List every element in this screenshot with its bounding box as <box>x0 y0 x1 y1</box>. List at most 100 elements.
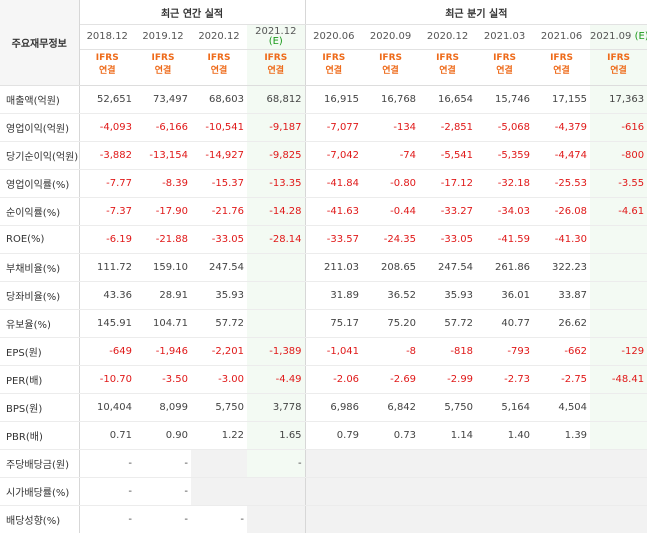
table-cell: - <box>135 449 191 478</box>
table-cell: -0.44 <box>362 197 420 226</box>
table-cell <box>419 449 477 478</box>
table-cell: 26.62 <box>533 309 591 338</box>
ifrs-label: IFRS <box>151 53 175 63</box>
row-label: PBR(배) <box>0 421 80 450</box>
table-cell <box>590 421 647 450</box>
table-cell: -129 <box>590 337 647 366</box>
table-row: 주당배당금(원) - - - <box>0 449 647 478</box>
table-cell <box>362 505 420 533</box>
table-cell: - <box>184 514 188 525</box>
table-cell <box>362 477 420 506</box>
table-cell: -41.30 <box>533 225 591 254</box>
period-header: 2020.12 <box>191 24 247 50</box>
table-cell <box>590 253 647 282</box>
table-cell: -21.88 <box>135 225 191 254</box>
table-cell: - <box>79 477 135 506</box>
table-cell <box>590 281 647 310</box>
ifrs-label: IFRS <box>207 53 231 63</box>
table-cell: -134 <box>362 113 420 142</box>
table-row: BPS(원) 10,404 8,099 5,750 3,778 6,986 6,842 5,7… <box>0 393 647 422</box>
table-cell: -24.35 <box>362 225 420 254</box>
table-cell: -800 <box>590 141 647 170</box>
table-row: ROE(%) -6.19 -21.88 -33.05 -28.14 -33.57 -24.3… <box>0 225 647 254</box>
table-cell: -3.55 <box>590 169 647 198</box>
table-cell: -41.63 <box>305 197 363 226</box>
table-cell <box>247 477 306 506</box>
table-cell: 57.72 <box>419 309 477 338</box>
table-cell: 68,603 <box>191 85 247 114</box>
table-cell: -25.53 <box>533 169 591 198</box>
corner-header: 주요재무정보 <box>0 0 80 86</box>
period-header: 2020.09 <box>362 24 420 50</box>
ifrs-consolidated-label: IFRS 연결 <box>191 49 247 86</box>
table-cell <box>590 449 647 478</box>
table-cell: -7,042 <box>305 141 363 170</box>
table-cell <box>590 309 647 338</box>
table-cell: -17.12 <box>419 169 477 198</box>
table-cell: 0.79 <box>305 421 363 450</box>
period-header: 2020.06 <box>305 24 363 50</box>
table-cell: -2.06 <box>305 365 363 394</box>
table-cell <box>247 253 306 282</box>
table-cell: 111.72 <box>79 253 135 282</box>
consolidated-label: 연결 <box>610 66 627 76</box>
table-cell: 36.01 <box>476 281 534 310</box>
table-cell: 4,504 <box>533 393 591 422</box>
consolidated-label: 연결 <box>98 66 116 76</box>
table-cell: -10.70 <box>79 365 135 394</box>
table-cell: -14,927 <box>191 141 247 170</box>
ifrs-consolidated-label: IFRS 연결 <box>533 49 591 86</box>
table-cell: 322.23 <box>533 253 591 282</box>
table-cell <box>476 449 534 478</box>
table-cell: 15,746 <box>476 85 534 114</box>
table-cell: 1.39 <box>533 421 591 450</box>
ifrs-consolidated-label: IFRS 연결 <box>476 49 534 86</box>
table-cell <box>590 225 647 254</box>
table-cell: -649 <box>79 337 135 366</box>
ifrs-label: IFRS <box>379 53 402 63</box>
table-cell: -32.18 <box>476 169 534 198</box>
table-cell: -2.99 <box>419 365 477 394</box>
table-cell: -33.05 <box>419 225 477 254</box>
ifrs-label: IFRS <box>322 53 346 63</box>
table-cell <box>533 449 591 478</box>
table-cell: 8,099 <box>135 393 191 422</box>
table-cell: 28.91 <box>135 281 191 310</box>
table-cell: -4.49 <box>247 365 306 394</box>
table-cell: -793 <box>476 337 534 366</box>
table-cell <box>590 477 647 506</box>
table-cell: 0.71 <box>79 421 135 450</box>
table-cell: 208.65 <box>362 253 420 282</box>
table-cell: -41.59 <box>476 225 534 254</box>
table-cell: -2.73 <box>476 365 534 394</box>
table-cell <box>533 505 591 533</box>
table-cell: -7,077 <box>305 113 363 142</box>
table-cell: 1.40 <box>476 421 534 450</box>
table-row: PER(배) -10.70 -3.50 -3.00 -4.49 -2.06 -2.69 -2.… <box>0 365 647 394</box>
table-cell: 75.20 <box>362 309 420 338</box>
row-label: 배당성향(%) <box>0 505 80 533</box>
table-cell <box>476 477 534 506</box>
table-cell: 16,654 <box>419 85 477 114</box>
ifrs-consolidated-label: IFRS 연결 <box>79 49 135 86</box>
table-cell <box>247 281 306 310</box>
table-cell: -14.28 <box>247 197 306 226</box>
annual-results-header: 최근 연간 실적 <box>79 0 306 25</box>
estimate-marker: (E) <box>634 31 647 42</box>
table-cell: -2.75 <box>533 365 591 394</box>
table-cell: -1,041 <box>305 337 363 366</box>
table-row: 유보율(%) 145.91 104.71 57.72 75.17 75.20 57.72 40… <box>0 309 647 338</box>
period-header: 2018.12 <box>79 24 135 50</box>
row-label: 시가배당률(%) <box>0 477 80 506</box>
row-label: 주당배당금(원) <box>0 449 80 478</box>
period-label: 2021.03 <box>483 31 526 42</box>
table-cell: 16,915 <box>305 85 363 114</box>
table-cell: -48.41 <box>590 365 647 394</box>
table-cell: 52,651 <box>79 85 135 114</box>
table-cell <box>305 449 363 478</box>
table-cell: -8.39 <box>135 169 191 198</box>
table-cell: -33.27 <box>419 197 477 226</box>
table-cell <box>590 505 647 533</box>
table-cell: -17.90 <box>135 197 191 226</box>
table-cell: -33.05 <box>191 225 247 254</box>
